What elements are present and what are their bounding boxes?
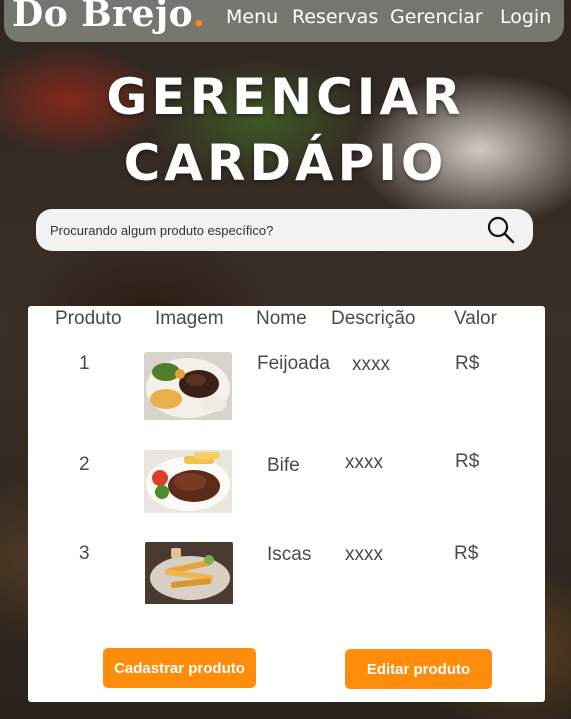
- iscas-image: [145, 542, 233, 610]
- top-navbar: Do Brejo. Menu Reservas Gerenciar Login: [4, 0, 564, 42]
- row-1-valor: R$: [455, 353, 480, 374]
- row-3-valor: R$: [454, 543, 479, 564]
- row-2-valor: R$: [455, 451, 480, 472]
- row-2-nome: Bife: [267, 455, 300, 476]
- logo[interactable]: Do Brejo.: [12, 0, 206, 35]
- row-1-nome: Feijoada: [257, 353, 330, 374]
- row-3-descricao: xxxx: [345, 544, 383, 565]
- products-table: Produto Imagem Nome Descrição Valor 1 Fe…: [28, 306, 545, 702]
- header-nome: Nome: [256, 308, 307, 329]
- feijoada-image: [144, 352, 232, 420]
- page-title-line1: GERENCIAR: [106, 68, 465, 126]
- editar-produto-button[interactable]: Editar produto: [345, 649, 492, 689]
- search-icon[interactable]: [486, 215, 516, 245]
- bife-image: [144, 450, 232, 518]
- header-imagem: Imagem: [155, 308, 224, 329]
- nav-link-reservas[interactable]: Reservas: [292, 6, 378, 28]
- page-title-line2: CARDÁPIO: [123, 134, 448, 192]
- row-2-descricao: xxxx: [345, 452, 383, 473]
- logo-text: Do Brejo: [12, 0, 193, 35]
- nav-link-menu[interactable]: Menu: [226, 6, 278, 28]
- cadastrar-produto-button[interactable]: Cadastrar produto: [103, 648, 256, 688]
- search-bar: [36, 209, 533, 251]
- header-valor: Valor: [454, 308, 497, 329]
- row-3-nome: Iscas: [267, 544, 312, 565]
- row-1-produto: 1: [79, 353, 90, 374]
- row-3-produto: 3: [79, 543, 90, 564]
- logo-dot: .: [192, 0, 206, 35]
- header-descricao: Descrição: [331, 308, 416, 329]
- nav-link-login[interactable]: Login: [500, 6, 551, 28]
- row-2-produto: 2: [79, 454, 90, 475]
- header-produto: Produto: [55, 308, 122, 329]
- nav-link-gerenciar[interactable]: Gerenciar: [390, 6, 483, 28]
- row-1-descricao: xxxx: [352, 354, 390, 375]
- search-input[interactable]: [50, 209, 470, 251]
